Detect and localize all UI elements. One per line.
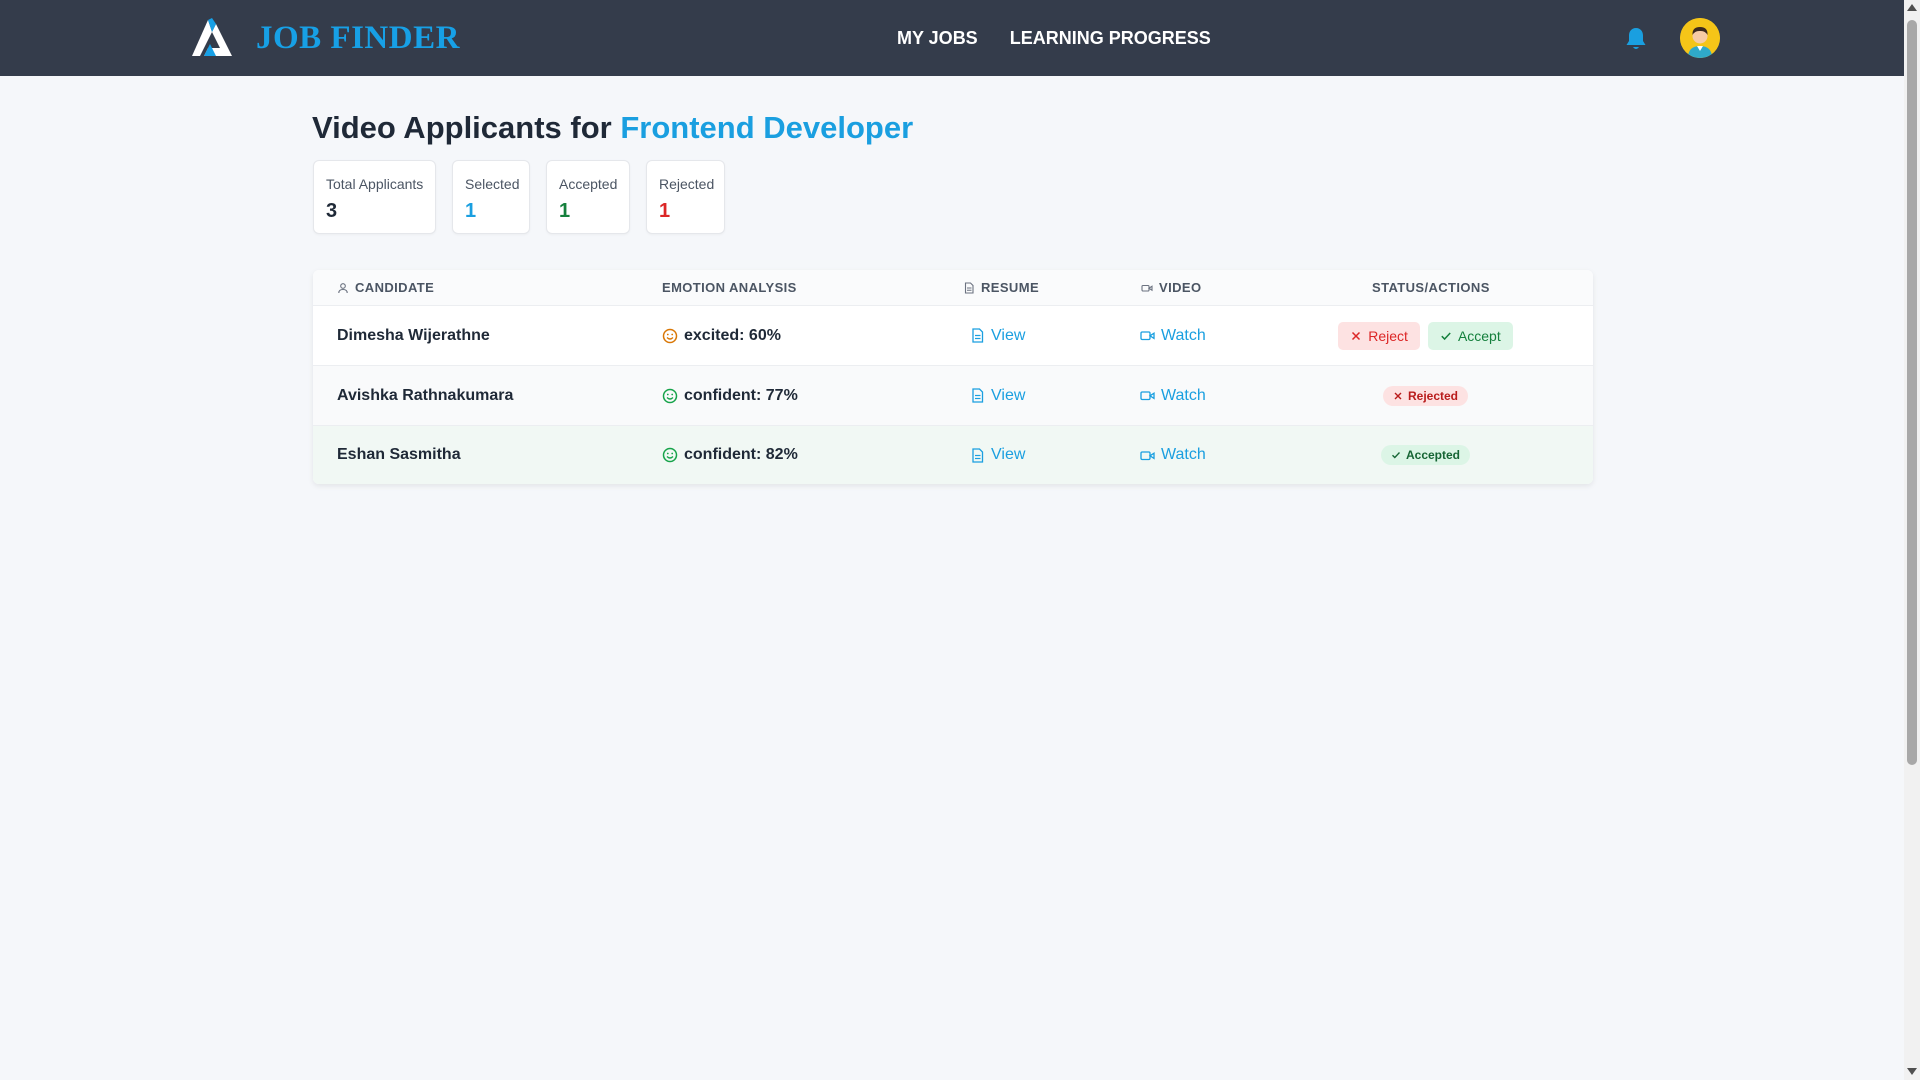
stat-value: 1 [465,200,477,222]
accept-label: Accept [1457,327,1501,344]
view-label: View [991,326,1026,344]
nav-my-jobs[interactable]: MY JOBS [897,26,978,50]
emotion-analysis: confident: 82% [662,426,798,484]
stat-label: Total Applicants [326,176,424,192]
header-candidate: CANDIDATE [337,280,434,296]
stat-label: Rejected [659,176,715,192]
top-navbar: JOB FINDER MY JOBS LEARNING PROGRESS [0,0,1904,76]
accept-button[interactable]: Accept [1427,321,1513,350]
page-scrollbar[interactable] [1904,0,1920,1080]
video-camera-icon [1140,450,1155,460]
stat-selected: Selected 1 [452,160,530,234]
page-title: Video Applicants for Frontend Developer [312,108,913,148]
table-row: Avishka Rathnakumara confident: 77% View… [313,366,1593,426]
brand-logo[interactable]: JOB FINDER [190,18,460,58]
watch-label: Watch [1161,446,1206,463]
header-label: VIDEO [1159,280,1202,295]
view-label: View [991,386,1026,404]
video-camera-icon [1141,284,1153,292]
table-row: Eshan Sasmitha confident: 82% View Watch… [313,426,1593,484]
scroll-up-arrow-icon[interactable] [1907,4,1917,11]
header-label: EMOTION ANALYSIS [662,280,797,295]
candidate-name: Avishka Rathnakumara [337,386,514,404]
mountain-logo-icon [192,18,232,56]
page-title-prefix: Video Applicants for [312,110,612,145]
close-icon [1394,392,1402,399]
page-title-job: Frontend Developer [620,110,914,145]
watch-label: Watch [1161,386,1206,404]
header-label: STATUS/ACTIONS [1372,280,1490,295]
stat-label: Selected [465,176,520,192]
stat-value: 1 [659,200,671,222]
document-icon [972,447,984,463]
applicants-table: CANDIDATE EMOTION ANALYSIS RESUME VIDEO … [313,270,1593,484]
reject-button[interactable]: Reject [1338,321,1420,350]
scroll-thumb[interactable] [1907,20,1917,765]
status-badge: Accepted [1380,445,1471,465]
smile-icon [662,328,678,343]
smile-icon [662,388,678,403]
watch-video-link[interactable]: Watch [1140,426,1206,484]
user-icon [338,283,348,294]
view-resume-link[interactable]: View [970,426,1025,484]
main-nav: MY JOBS LEARNING PROGRESS [897,26,1211,50]
document-icon [972,388,984,403]
emotion-value: confident: 77% [684,386,798,404]
status-actions: Accepted [1313,426,1538,484]
stat-value: 1 [559,200,571,222]
close-icon [1352,331,1361,340]
status-actions: Rejected [1313,366,1538,425]
nav-learning-progress[interactable]: LEARNING PROGRESS [1010,26,1211,50]
header-label: CANDIDATE [355,280,435,295]
document-icon [964,282,974,294]
emotion-analysis: confident: 77% [662,366,798,425]
header-label: RESUME [981,280,1040,295]
stat-value: 3 [326,200,338,222]
candidate-name: Dimesha Wijerathne [337,326,490,344]
watch-video-link[interactable]: Watch [1140,366,1206,425]
document-icon [972,328,984,343]
header-status: STATUS/ACTIONS [1372,280,1490,296]
stat-total-applicants: Total Applicants 3 [313,160,436,234]
watch-video-link[interactable]: Watch [1140,306,1206,365]
status-actions: Reject Accept [1313,306,1538,365]
smile-icon [662,447,678,463]
emotion-analysis: excited: 60% [662,306,781,365]
table-header: CANDIDATE EMOTION ANALYSIS RESUME VIDEO … [313,270,1593,306]
view-resume-link[interactable]: View [970,366,1025,425]
check-icon [1391,452,1400,459]
header-video: VIDEO [1141,280,1201,296]
status-label: Rejected [1407,388,1459,403]
reject-label: Reject [1368,327,1408,344]
view-label: View [991,446,1026,463]
emotion-value: confident: 82% [684,446,798,463]
table-row: Dimesha Wijerathne excited: 60% View Wat… [313,306,1593,366]
video-camera-icon [1140,391,1155,401]
watch-label: Watch [1161,326,1206,344]
header-resume: RESUME [963,280,1039,296]
check-icon [1441,331,1451,340]
stat-accepted: Accepted 1 [546,160,630,234]
brand-name: JOB FINDER [256,20,460,56]
stat-label: Accepted [559,176,618,192]
stats-summary: Total Applicants 3 Selected 1 Accepted 1… [313,160,725,234]
header-emotion: EMOTION ANALYSIS [662,280,797,296]
view-resume-link[interactable]: View [970,306,1025,365]
user-avatar-icon[interactable] [1680,18,1720,58]
status-badge: Rejected [1382,385,1469,406]
emotion-value: excited: 60% [684,326,781,344]
status-label: Accepted [1405,448,1461,462]
bell-icon[interactable] [1624,26,1648,52]
scroll-down-arrow-icon[interactable] [1907,1068,1917,1075]
candidate-name: Eshan Sasmitha [337,446,461,463]
stat-rejected: Rejected 1 [646,160,725,234]
video-camera-icon [1140,331,1155,341]
